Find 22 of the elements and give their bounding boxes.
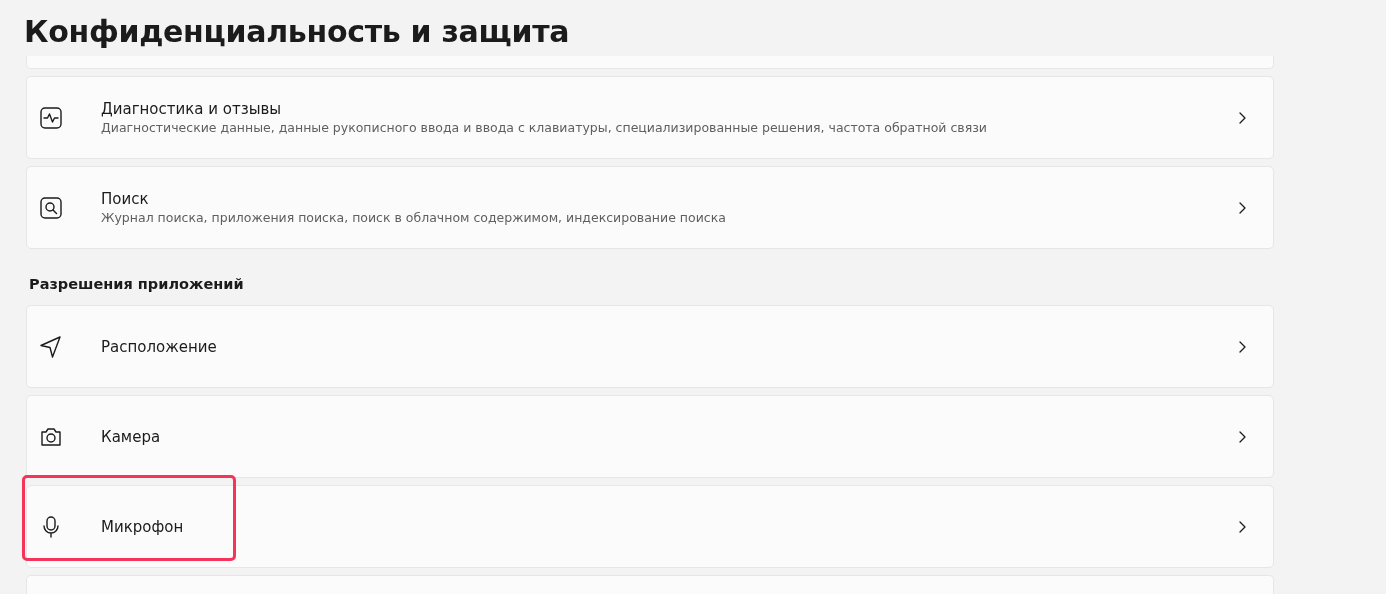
settings-card[interactable]: Камера	[26, 395, 1274, 478]
page-title: Конфиденциальность и защита	[24, 13, 571, 51]
chevron-right-icon	[1237, 200, 1247, 215]
card-title: Микрофон	[101, 516, 185, 537]
pulse-icon	[39, 105, 63, 130]
chevron-right-icon	[1237, 339, 1247, 354]
navigation-arrow-icon	[39, 334, 63, 359]
card-description: Журнал поиска, приложения поиска, поиск в облачном содержимом, индексирование поиска	[101, 208, 727, 227]
chevron-right-icon	[1237, 519, 1247, 534]
settings-card[interactable]: Диагностика и отзывы Диагностические данные, данные рукописного ввода и ввода с клавиатуры, специализированные решения, частота обратной связи	[26, 76, 1274, 159]
settings-card[interactable]: Поиск Журнал поиска, приложения поиска, поиск в облачном содержимом, индексирование поиска	[26, 166, 1274, 249]
card-description: Диагностические данные, данные рукописного ввода и ввода с клавиатуры, специализированные решения, частота обратной связи	[101, 118, 988, 137]
card-title: Диагностика и отзывы	[101, 98, 283, 119]
card-title: Расположение	[101, 336, 218, 357]
card-title: Камера	[101, 426, 162, 447]
settings-card[interactable]: Микрофон	[26, 485, 1274, 568]
card-title: Поиск	[101, 188, 150, 209]
section-heading: Разрешения приложений	[29, 275, 245, 294]
search-icon	[39, 195, 63, 220]
chevron-right-icon	[1237, 429, 1247, 444]
settings-card[interactable]: Расположение	[26, 305, 1274, 388]
chevron-right-icon	[1237, 110, 1247, 125]
